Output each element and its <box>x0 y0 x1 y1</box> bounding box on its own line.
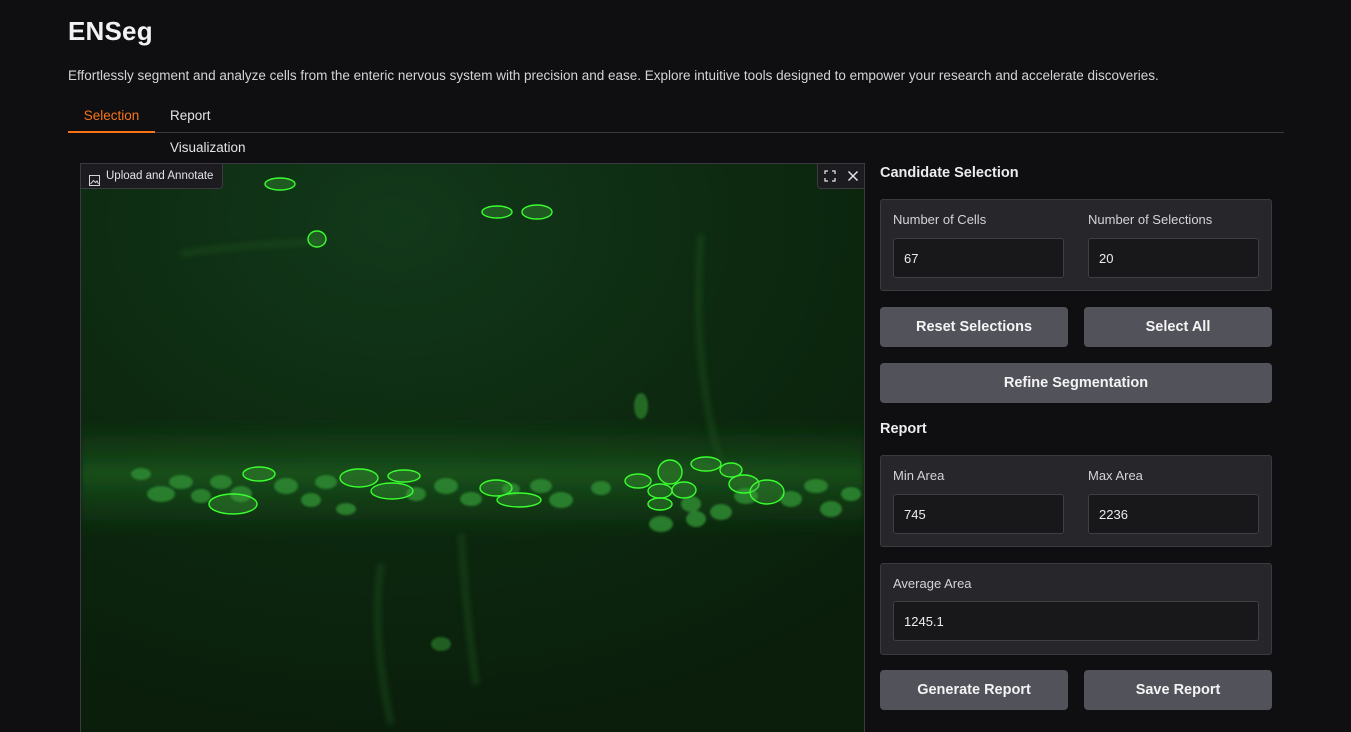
min-area-field[interactable] <box>893 494 1064 534</box>
app-root: ENSeg Effortlessly segment and analyze c… <box>0 0 1351 732</box>
image-panel-label: Upload and Annotate <box>81 164 224 189</box>
microscopy-image[interactable] <box>81 164 864 732</box>
fullscreen-icon[interactable] <box>821 167 839 185</box>
image-icon <box>89 171 100 186</box>
min-area-label: Min Area <box>893 468 945 483</box>
app-title: ENSeg <box>68 16 153 46</box>
number-of-cells-field[interactable] <box>893 238 1064 278</box>
tab-bar: Selection Report Visualization <box>68 100 1284 155</box>
close-icon[interactable] <box>844 167 862 185</box>
max-area-label: Max Area <box>1088 468 1143 483</box>
number-of-selections-field[interactable] <box>1088 238 1259 278</box>
tab-report-visualization[interactable]: Report Visualization <box>170 100 286 155</box>
reset-selections-button[interactable]: Reset Selections <box>880 307 1068 347</box>
refine-segmentation-button[interactable]: Refine Segmentation <box>880 363 1272 403</box>
max-area-field[interactable] <box>1088 494 1259 534</box>
average-area-field[interactable] <box>893 601 1259 641</box>
app-description: Effortlessly segment and analyze cells f… <box>68 68 1159 83</box>
save-report-button[interactable]: Save Report <box>1084 670 1272 710</box>
tab-selection[interactable]: Selection <box>68 100 155 133</box>
image-panel-toolbar <box>817 164 864 189</box>
generate-report-button[interactable]: Generate Report <box>880 670 1068 710</box>
average-area-label: Average Area <box>893 576 972 591</box>
image-annotation-canvas[interactable]: Upload and Annotate <box>80 163 865 732</box>
average-area-group: Average Area <box>880 563 1272 655</box>
select-all-button[interactable]: Select All <box>1084 307 1272 347</box>
number-of-selections-label: Number of Selections <box>1088 212 1213 227</box>
area-range-group: Min Area Max Area <box>880 455 1272 547</box>
number-of-cells-label: Number of Cells <box>893 212 987 227</box>
candidate-selection-title: Candidate Selection <box>880 165 1019 181</box>
report-title: Report <box>880 421 927 437</box>
image-panel-title: Upload and Annotate <box>106 170 214 182</box>
cell-count-group: Number of Cells Number of Selections <box>880 199 1272 291</box>
